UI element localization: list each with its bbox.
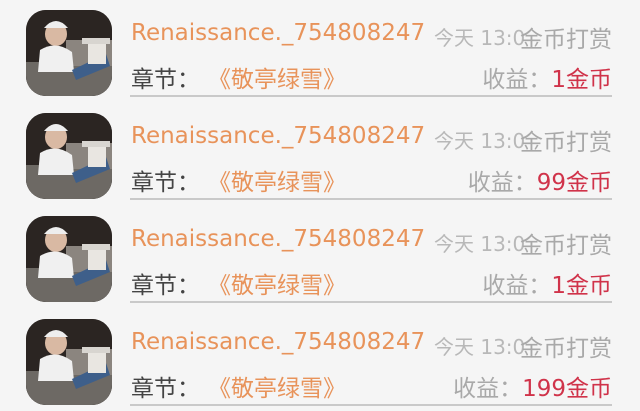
income-label: 收益： [453, 376, 523, 402]
user-avatar[interactable] [26, 113, 112, 199]
record-type: 金币打赏 [520, 233, 612, 259]
divider [130, 198, 612, 200]
avatar-photo-icon [26, 216, 112, 302]
user-name: Renaissance._754808247 [131, 123, 426, 149]
user-avatar[interactable] [26, 319, 112, 405]
list-item[interactable]: Renaissance._754808247 今天 13:0 金币打赏 章节： … [0, 309, 640, 411]
chapter-label: 章节： [131, 170, 200, 196]
income-value: 1金币 [551, 273, 612, 299]
reward-record-list: Renaissance._754808247 今天 13:0 金币打赏 章节： … [0, 0, 640, 411]
user-avatar[interactable] [26, 10, 112, 96]
chapter-title[interactable]: 《敬亭绿雪》 [208, 369, 346, 403]
record-time: 今天 13:0 [434, 129, 526, 153]
chapter-label: 章节： [131, 376, 200, 402]
income-value: 1金币 [551, 67, 612, 93]
user-name: Renaissance._754808247 [131, 226, 426, 252]
user-avatar[interactable] [26, 216, 112, 302]
record-time: 今天 13:0 [434, 335, 526, 359]
income-value: 199金币 [522, 376, 612, 402]
user-name: Renaissance._754808247 [131, 20, 426, 46]
chapter-label: 章节： [131, 273, 200, 299]
record-type: 金币打赏 [520, 27, 612, 53]
chapter-title[interactable]: 《敬亭绿雪》 [208, 163, 346, 197]
record-time: 今天 13:0 [434, 232, 526, 256]
list-item[interactable]: Renaissance._754808247 今天 13:0 金币打赏 章节： … [0, 206, 640, 309]
income: 收益：1金币 [482, 266, 612, 300]
list-item[interactable]: Renaissance._754808247 今天 13:0 金币打赏 章节： … [0, 103, 640, 206]
income-label: 收益： [482, 67, 552, 93]
chapter-label: 章节： [131, 67, 200, 93]
user-name: Renaissance._754808247 [131, 329, 426, 355]
divider [130, 404, 612, 406]
avatar-photo-icon [26, 319, 112, 405]
income-value: 99金币 [536, 170, 612, 196]
income: 收益：199金币 [453, 369, 612, 403]
chapter-title[interactable]: 《敬亭绿雪》 [208, 60, 346, 94]
income-label: 收益： [482, 273, 552, 299]
divider [130, 301, 612, 303]
divider [130, 95, 612, 97]
income: 收益：1金币 [482, 60, 612, 94]
avatar-photo-icon [26, 113, 112, 199]
avatar-photo-icon [26, 10, 112, 96]
list-item[interactable]: Renaissance._754808247 今天 13:0 金币打赏 章节： … [0, 0, 640, 103]
record-type: 金币打赏 [520, 130, 612, 156]
record-type: 金币打赏 [520, 336, 612, 362]
income: 收益：99金币 [468, 163, 612, 197]
income-label: 收益： [467, 170, 537, 196]
chapter-title[interactable]: 《敬亭绿雪》 [208, 266, 346, 300]
record-time: 今天 13:0 [434, 26, 526, 50]
